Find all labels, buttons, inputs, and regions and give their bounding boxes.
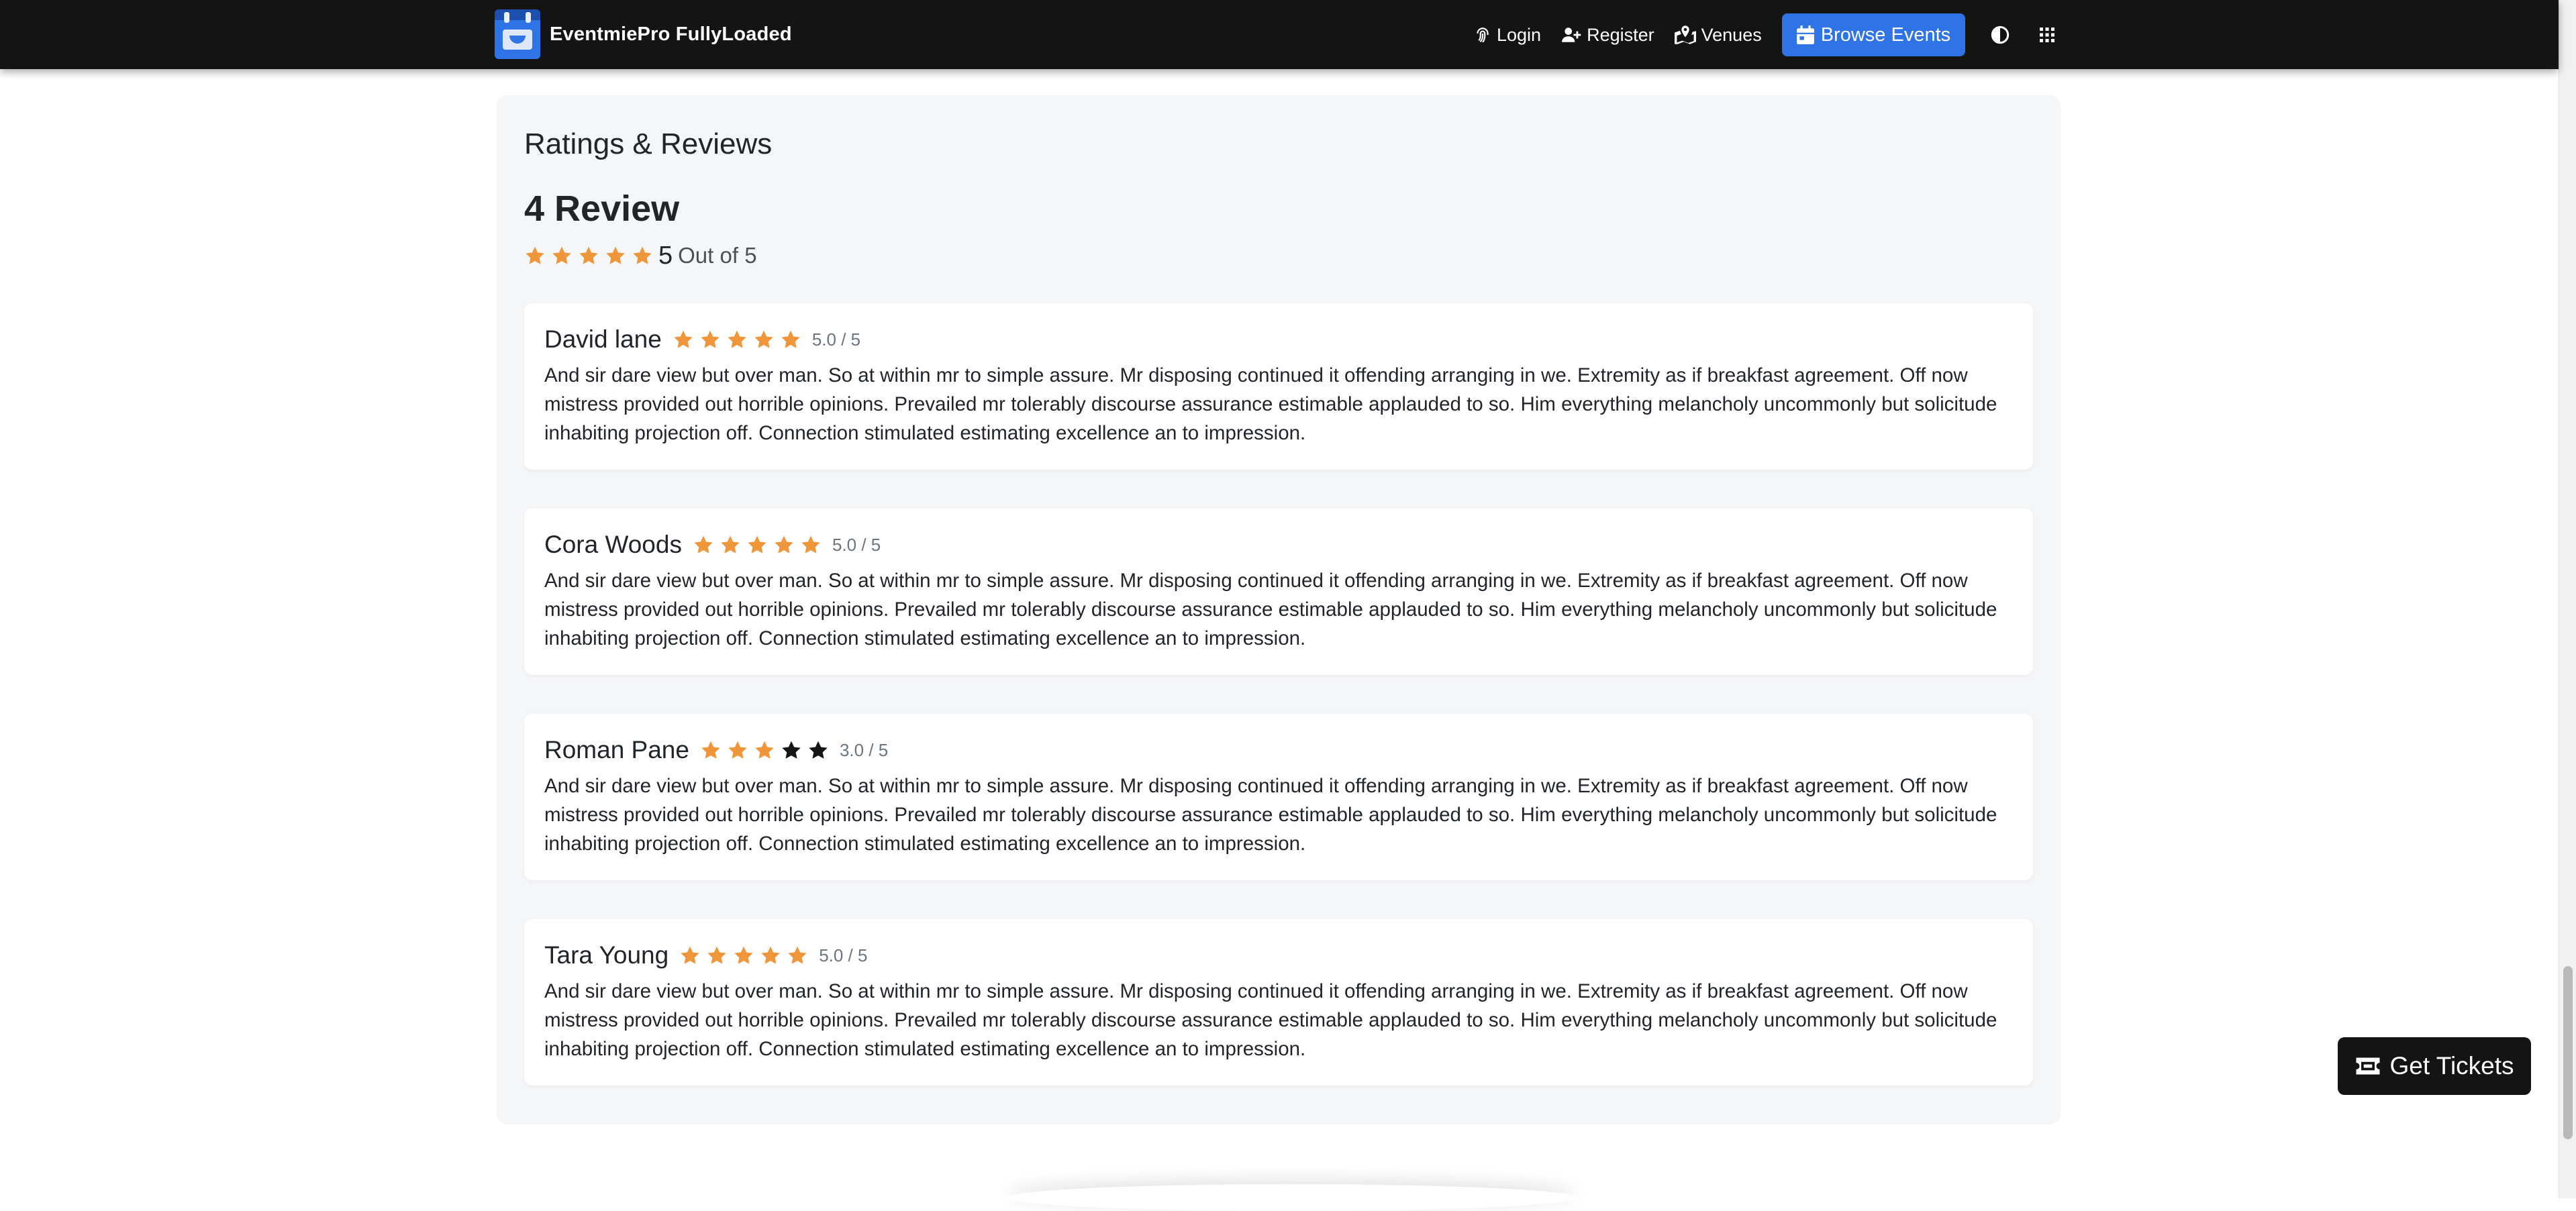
star-icon <box>728 741 747 759</box>
contrast-icon <box>1991 25 2010 44</box>
nav-menu: Login Register Venues Browse Events <box>1474 13 2081 56</box>
star-icon <box>761 946 780 964</box>
star-icon <box>721 535 740 554</box>
register-label: Register <box>1587 24 1654 45</box>
browse-events-button[interactable]: Browse Events <box>1781 13 1966 56</box>
review-stars <box>673 329 801 350</box>
star-icon <box>754 330 773 348</box>
brand-name: EventmiePro FullyLoaded <box>550 23 792 45</box>
review-score: 5.0 / 5 <box>819 945 868 965</box>
browse-events-label: Browse Events <box>1820 23 1951 46</box>
star-icon <box>633 246 652 264</box>
login-link[interactable]: Login <box>1474 25 1541 46</box>
ticket-icon <box>2356 1057 2380 1075</box>
footer-shadow <box>1007 1184 1577 1211</box>
star-icon <box>606 246 625 264</box>
calendar-logo-icon <box>495 9 540 59</box>
review-text: And sir dare view but over man. So at wi… <box>544 980 1997 1060</box>
get-tickets-label: Get Tickets <box>2389 1052 2514 1080</box>
venues-link[interactable]: Venues <box>1674 24 1762 46</box>
star-icon <box>748 535 766 554</box>
star-icon <box>681 946 699 964</box>
review-card: Cora Woods 5.0 / 5 And sir dare view but… <box>524 509 2033 675</box>
review-text: And sir dare view but over man. So at wi… <box>544 570 1997 649</box>
star-icon <box>755 741 774 759</box>
review-card: Roman Pane 3.0 / 5 And sir dare view but… <box>524 714 2033 880</box>
overall-rating: 5 Out of 5 <box>524 240 757 271</box>
review-stars <box>700 739 829 761</box>
get-tickets-button[interactable]: Get Tickets <box>2338 1037 2531 1095</box>
fingerprint-icon <box>1477 28 1489 43</box>
star-icon <box>734 946 753 964</box>
overall-rating-value: 5 <box>658 241 673 270</box>
register-link[interactable]: Register <box>1561 25 1654 46</box>
apps-menu-button[interactable] <box>2034 21 2061 48</box>
top-navbar: EventmiePro FullyLoaded Login Register V… <box>0 0 2559 69</box>
reviewer-name: David lane <box>544 325 662 353</box>
star-icon <box>728 330 746 348</box>
review-card: Tara Young 5.0 / 5 And sir dare view but… <box>524 919 2033 1086</box>
star-icon <box>701 741 720 759</box>
reviewer-name: Tara Young <box>544 941 669 969</box>
login-label: Login <box>1497 24 1542 45</box>
star-icon <box>579 246 598 264</box>
star-icon <box>809 741 828 759</box>
review-score: 3.0 / 5 <box>839 739 889 760</box>
map-location-icon <box>1674 25 1696 44</box>
user-plus-icon <box>1562 28 1581 42</box>
star-icon <box>707 946 726 964</box>
brand-link[interactable]: EventmiePro FullyLoaded <box>495 9 792 59</box>
star-icon <box>781 330 800 348</box>
review-card: David lane 5.0 / 5 And sir dare view but… <box>524 303 2033 470</box>
grid-dots-icon <box>2040 28 2055 42</box>
review-score: 5.0 / 5 <box>811 329 861 350</box>
venues-label: Venues <box>1701 24 1762 45</box>
star-icon <box>674 330 693 348</box>
star-icon <box>701 330 720 348</box>
overall-rating-suffix: Out of 5 <box>678 243 757 268</box>
review-text: And sir dare view but over man. So at wi… <box>544 775 1997 855</box>
page-scrollbar[interactable] <box>2559 0 2576 1198</box>
review-score: 5.0 / 5 <box>832 534 881 555</box>
star-icon <box>694 535 713 554</box>
reviewer-name: Cora Woods <box>544 531 682 558</box>
star-icon <box>526 246 544 264</box>
overall-stars <box>524 245 653 266</box>
star-icon <box>782 741 801 759</box>
section-title: Ratings & Reviews <box>524 127 773 160</box>
scrollbar-thumb[interactable] <box>2563 966 2573 1139</box>
review-count: 4 Review <box>524 189 680 229</box>
star-icon <box>552 246 571 264</box>
review-stars <box>679 945 808 966</box>
theme-toggle-button[interactable] <box>1987 21 2014 48</box>
star-icon <box>801 535 820 554</box>
calendar-icon <box>1796 25 1814 44</box>
reviewer-name: Roman Pane <box>544 736 689 764</box>
star-icon <box>775 535 793 554</box>
star-icon <box>788 946 807 964</box>
review-text: And sir dare view but over man. So at wi… <box>544 364 1997 444</box>
review-stars <box>693 534 822 556</box>
